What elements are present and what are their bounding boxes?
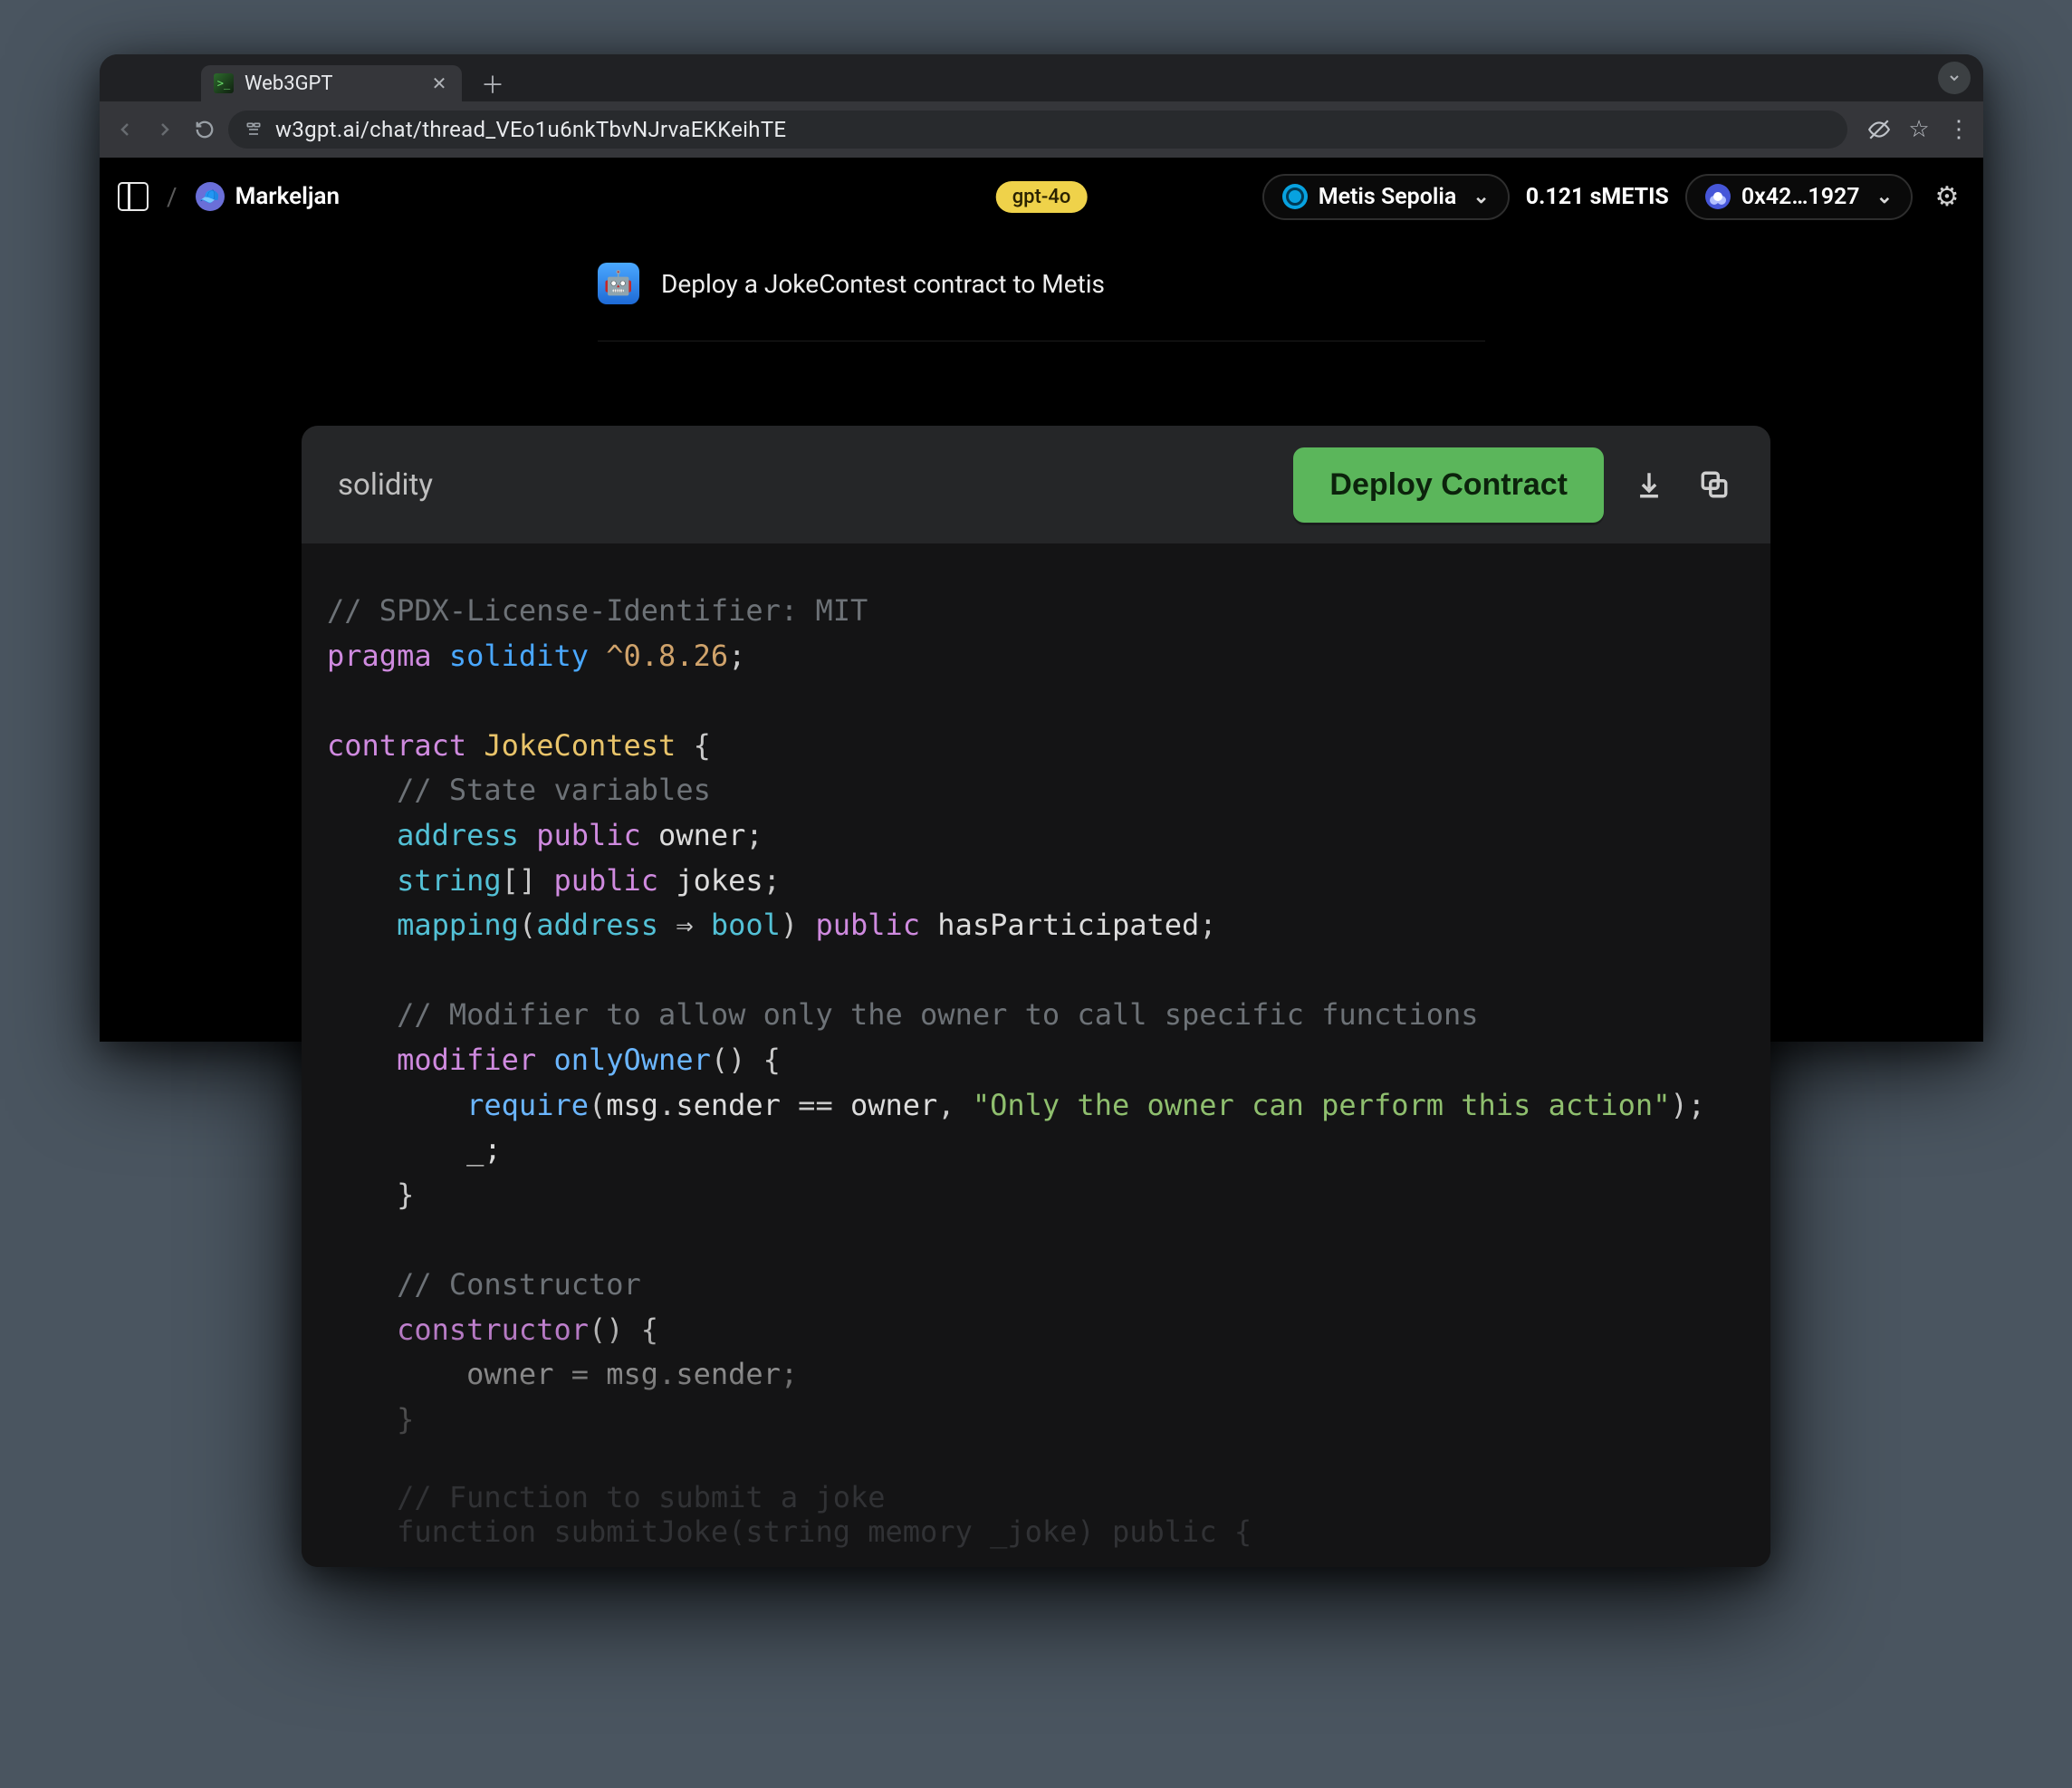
network-selector[interactable]: Metis Sepolia ⌄ <box>1262 174 1510 220</box>
code-line: // Modifier to allow only the owner to c… <box>327 997 1479 1032</box>
code-line: // SPDX-License-Identifier: MIT <box>327 593 868 628</box>
chat-message: Deploy a JokeContest contract to Metis <box>598 263 1983 304</box>
code-body[interactable]: // SPDX-License-Identifier: MIT pragma s… <box>302 543 1770 1487</box>
tab-title: Web3GPT <box>245 72 333 95</box>
tracking-icon[interactable] <box>1864 114 1895 145</box>
code-token: public <box>553 863 658 898</box>
code-token: sender <box>676 1088 781 1122</box>
window-dropdown-icon[interactable] <box>1938 62 1971 94</box>
breadcrumb-separator: / <box>167 182 177 212</box>
chat-area: Deploy a JokeContest contract to Metis <box>100 236 1983 341</box>
code-line: // State variables <box>327 773 711 807</box>
site-settings-icon[interactable] <box>243 119 264 140</box>
code-token: pragma <box>327 639 432 673</box>
code-token: owner <box>466 1357 553 1391</box>
forward-button[interactable] <box>149 113 181 146</box>
sidebar-toggle-icon[interactable] <box>118 182 149 211</box>
code-token: owner <box>850 1088 937 1122</box>
code-token: constructor <box>397 1312 589 1347</box>
code-token: "Only the owner can perform this action" <box>973 1088 1671 1122</box>
reload-button[interactable] <box>188 113 221 146</box>
balance-label: 0.121 sMETIS <box>1526 184 1669 210</box>
code-token: contract <box>327 728 466 763</box>
code-line: // Constructor <box>327 1267 641 1302</box>
user-avatar-icon <box>196 182 225 211</box>
code-panel-header: solidity Deploy Contract <box>302 426 1770 543</box>
bookmark-star-icon[interactable]: ☆ <box>1904 114 1934 145</box>
url-actions: ☆ ⋮ <box>1864 114 1974 145</box>
deploy-contract-button[interactable]: Deploy Contract <box>1293 447 1604 523</box>
code-token: jokes <box>676 863 763 898</box>
code-token: public <box>815 908 920 942</box>
code-token: hasParticipated <box>937 908 1199 942</box>
code-token: sender <box>676 1357 781 1391</box>
username-label: Markeljan <box>235 183 340 210</box>
code-token: modifier <box>397 1043 536 1077</box>
code-token: owner <box>658 818 745 852</box>
code-panel: solidity Deploy Contract // SPDX-License… <box>302 426 1770 1567</box>
wallet-address: 0x42…1927 <box>1741 184 1860 210</box>
code-token: ^0.8.26 <box>606 639 728 673</box>
back-button[interactable] <box>109 113 141 146</box>
network-icon <box>1282 184 1308 209</box>
model-badge[interactable]: gpt-4o <box>996 181 1088 213</box>
new-tab-button[interactable]: ＋ <box>476 67 509 100</box>
user-chip[interactable]: Markeljan <box>196 182 340 211</box>
assistant-avatar-icon <box>598 263 639 304</box>
network-label: Metis Sepolia <box>1319 184 1457 210</box>
close-tab-icon[interactable]: ✕ <box>429 73 449 93</box>
code-token: address <box>397 818 519 852</box>
settings-icon[interactable]: ⚙ <box>1929 181 1965 213</box>
code-token: require <box>466 1088 589 1122</box>
url-text: w3gpt.ai/chat/thread_VEo1u6nkTbvNJrvaEKK… <box>275 117 786 142</box>
code-token: public <box>536 818 641 852</box>
toolbar: w3gpt.ai/chat/thread_VEo1u6nkTbvNJrvaEKK… <box>100 101 1983 158</box>
message-text: Deploy a JokeContest contract to Metis <box>661 269 1105 299</box>
browser-menu-icon[interactable]: ⋮ <box>1943 114 1974 145</box>
code-token: mapping <box>397 908 519 942</box>
code-faint-preview: // Function to submit a joke function su… <box>327 1480 1252 1549</box>
chevron-down-icon: ⌄ <box>1876 186 1893 208</box>
browser-tab[interactable]: Web3GPT ✕ <box>201 65 462 101</box>
wallet-avatar-icon <box>1705 184 1731 209</box>
tab-favicon <box>214 73 234 93</box>
app-topbar: / Markeljan gpt-4o Metis Sepolia ⌄ 0.121… <box>100 158 1983 236</box>
language-label: solidity <box>338 467 433 503</box>
code-token: address <box>536 908 658 942</box>
code-token: string <box>397 863 502 898</box>
code-token: msg <box>606 1357 658 1391</box>
code-token: onlyOwner <box>553 1043 710 1077</box>
topbar-right: Metis Sepolia ⌄ 0.121 sMETIS 0x42…1927 ⌄… <box>1262 174 1965 220</box>
code-line: _; <box>327 1132 502 1167</box>
address-bar[interactable]: w3gpt.ai/chat/thread_VEo1u6nkTbvNJrvaEKK… <box>228 111 1847 149</box>
copy-icon[interactable] <box>1694 465 1734 505</box>
code-token: bool <box>711 908 781 942</box>
code-token: msg <box>606 1088 658 1122</box>
wallet-selector[interactable]: 0x42…1927 ⌄ <box>1685 174 1913 220</box>
code-token: solidity <box>449 639 589 673</box>
code-token: JokeContest <box>484 728 676 763</box>
tab-strip: Web3GPT ✕ ＋ <box>100 54 1983 101</box>
chevron-down-icon: ⌄ <box>1472 186 1489 208</box>
download-icon[interactable] <box>1629 465 1669 505</box>
